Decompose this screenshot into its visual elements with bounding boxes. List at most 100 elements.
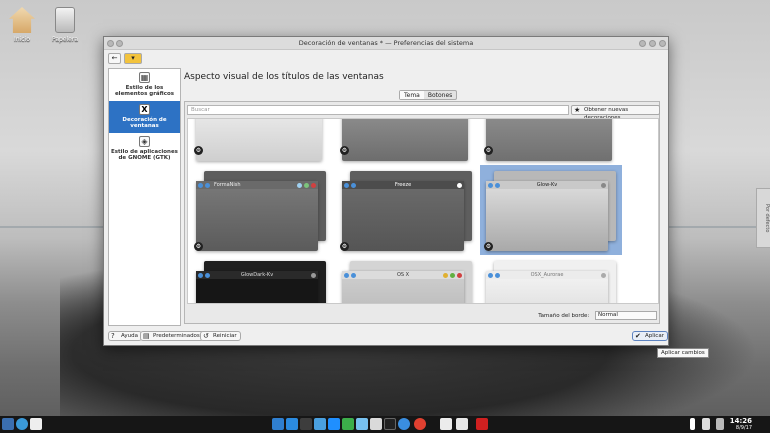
steam-icon[interactable]: [300, 418, 312, 430]
trash-icon: [55, 7, 75, 33]
minimize-button[interactable]: [639, 40, 646, 47]
clock[interactable]: 14:26 8/9/17: [730, 417, 752, 431]
volume-icon[interactable]: [702, 418, 710, 430]
spreadsheet-icon[interactable]: [342, 418, 354, 430]
pin-icon[interactable]: [116, 40, 123, 47]
wifi-icon[interactable]: [716, 418, 724, 430]
sidebar-item-gtk-style[interactable]: ◈ Estilo de aplicaciones de GNOME (GTK): [109, 133, 180, 165]
mail-icon[interactable]: [314, 418, 326, 430]
configure-gear-icon[interactable]: ⚙: [340, 242, 349, 251]
desktop-icon-label: Papelera: [51, 36, 79, 43]
help-button[interactable]: ? Ayuda: [108, 331, 142, 341]
gtk-icon: ◈: [139, 136, 150, 147]
apply-tooltip: Aplicar cambios: [657, 348, 709, 358]
clock-time: 14:26: [729, 417, 752, 425]
window-menu-icon[interactable]: [107, 40, 114, 47]
sidebar-item-label: Estilo de aplicaciones de GNOME (GTK): [111, 149, 178, 161]
decoration-preview: [342, 119, 468, 161]
configure-gear-icon[interactable]: ⚙: [484, 242, 493, 251]
decoration-name: GlowDark-Kv: [240, 272, 274, 278]
decoration-card[interactable]: OS X: [336, 259, 478, 303]
document-icon: ▤: [143, 332, 150, 340]
decoration-preview: Freeze: [342, 181, 464, 251]
dolphin-icon[interactable]: [272, 418, 284, 430]
main-content: Aspecto visual de los títulos de las ven…: [184, 68, 664, 326]
sidebar-item-label: Estilo de los elementos gráficos: [114, 85, 175, 97]
settings-window: Decoración de ventanas * — Preferencias …: [103, 36, 669, 346]
opera-icon[interactable]: [414, 418, 426, 430]
decoration-card[interactable]: OSX_Aurorae: [480, 259, 622, 303]
app-launcher-icon[interactable]: [2, 418, 14, 430]
sidebar-item-label: Decoración de ventanas: [122, 117, 167, 129]
terminal-icon[interactable]: [384, 418, 396, 430]
notes-icon[interactable]: [440, 418, 452, 430]
decoration-preview: FormaNish: [196, 181, 318, 251]
defaults-button[interactable]: ▤ Predeterminados: [140, 331, 204, 341]
tab-botones[interactable]: Botones: [424, 91, 456, 99]
search-input[interactable]: Buscar: [187, 105, 569, 115]
taskbar: 14:26 8/9/17: [0, 416, 770, 433]
decoration-name: Glow-Kv: [536, 182, 558, 188]
decoration-preview: [196, 119, 322, 161]
clock-date: 8/9/17: [735, 425, 752, 431]
configure-gear-icon[interactable]: ⚙: [484, 146, 493, 155]
decoration-preview: [486, 119, 612, 161]
desktop-icon-trash[interactable]: Papelera: [40, 7, 90, 43]
window-title: Decoración de ventanas * — Preferencias …: [298, 39, 474, 47]
menu-dropdown-button[interactable]: ▾: [124, 53, 142, 64]
get-new-decorations-button[interactable]: ★ Obtener nuevas decoraciones...: [571, 105, 660, 121]
trash-task-icon[interactable]: [476, 418, 488, 430]
decoration-card-selected[interactable]: Glow-Kv ⚙: [480, 165, 622, 255]
decoration-grid: ⚙ ⚙ ⚙ FormaNish ⚙ Freeze ⚙ Glow-Kv ⚙ Glo…: [187, 118, 659, 304]
decoration-preview: OS X: [342, 271, 464, 303]
configure-gear-icon[interactable]: ⚙: [340, 146, 349, 155]
reset-button[interactable]: ↺ Reiniciar: [200, 331, 241, 341]
decoration-preview: Glow-Kv: [486, 181, 608, 251]
battery-icon[interactable]: [690, 418, 695, 430]
decoration-card[interactable]: Freeze ⚙: [336, 169, 478, 255]
reset-label: Reiniciar: [213, 333, 237, 339]
writer-icon[interactable]: [328, 418, 340, 430]
network-icon[interactable]: [286, 418, 298, 430]
tab-tema[interactable]: Tema: [400, 91, 424, 99]
theme-panel: Buscar ★ Obtener nuevas decoraciones... …: [184, 101, 660, 324]
window-titlebar[interactable]: Decoración de ventanas * — Preferencias …: [104, 37, 668, 50]
x-window-icon: X: [139, 104, 150, 115]
decoration-card[interactable]: GlowDark-Kv: [190, 259, 332, 303]
side-widget-tab[interactable]: Por defecto: [756, 188, 770, 248]
reset-icon: ↺: [203, 332, 209, 340]
maximize-button[interactable]: [649, 40, 656, 47]
check-icon: ✔: [635, 332, 641, 340]
apply-button[interactable]: ✔ Aplicar: [632, 331, 668, 341]
configure-gear-icon[interactable]: ⚙: [194, 242, 203, 251]
defaults-label: Predeterminados: [153, 333, 200, 339]
chrome-icon[interactable]: [398, 418, 410, 430]
text-editor-icon[interactable]: [456, 418, 468, 430]
settings-icon[interactable]: [370, 418, 382, 430]
decoration-name: Freeze: [394, 182, 412, 188]
decoration-preview: OSX_Aurorae: [486, 271, 608, 303]
toolbar: ← ▾: [104, 50, 668, 66]
star-icon: ★: [574, 106, 581, 114]
sidebar-item-window-decoration[interactable]: X Decoración de ventanas: [109, 101, 180, 133]
back-arrow-icon: ←: [111, 54, 118, 62]
x-window-task-icon[interactable]: [30, 418, 42, 430]
sidebar: ▦ Estilo de los elementos gráficos X Dec…: [108, 68, 181, 326]
apply-label: Aplicar: [645, 333, 664, 339]
calc-icon[interactable]: [356, 418, 368, 430]
desktop-icon-label: Inicio: [14, 36, 30, 43]
border-size-label: Tamaño del borde:: [538, 313, 590, 319]
border-size-select[interactable]: Normal: [595, 311, 657, 320]
back-button[interactable]: ←: [108, 53, 121, 64]
decoration-name: OSX_Aurorae: [530, 272, 564, 278]
sidebar-item-widget-style[interactable]: ▦ Estilo de los elementos gráficos: [109, 69, 180, 101]
close-button[interactable]: [659, 40, 666, 47]
decoration-card[interactable]: FormaNish ⚙: [190, 169, 332, 255]
page-title: Aspecto visual de los títulos de las ven…: [184, 72, 384, 82]
tab-bar: Tema Botones: [399, 90, 458, 100]
decoration-name: OS X: [396, 272, 410, 278]
decoration-name: FormaNish: [214, 182, 241, 188]
configure-gear-icon[interactable]: ⚙: [194, 146, 203, 155]
browser-icon[interactable]: [16, 418, 28, 430]
chevron-down-icon: ▾: [131, 54, 135, 62]
